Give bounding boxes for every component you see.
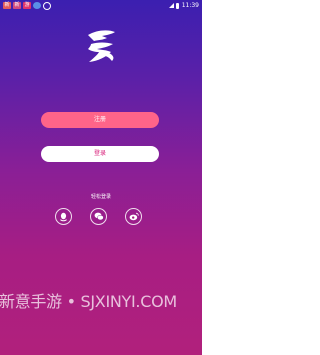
notification-icon-4 [33,2,41,9]
notification-icon-2: 新 [13,2,21,9]
quick-login-label: 轻松登录 [90,194,111,200]
login-button[interactable]: 登录 [41,146,159,162]
status-bar: 新 新 游 11:39 [0,0,202,11]
clock: 11:39 [181,2,199,9]
register-button[interactable]: 注册 [41,112,159,128]
system-icons: 11:39 [168,2,199,9]
signal-icon [168,3,174,8]
battery-icon [175,2,179,9]
notification-icon-3: 游 [23,2,31,9]
notification-icon-1: 新 [3,2,11,9]
wechat-login-button[interactable] [90,208,107,225]
wechat-icon [94,212,104,221]
watermark-text: 新意手游 • SJXINYI.COM [0,292,177,311]
qq-login-button[interactable] [55,208,72,225]
weibo-icon [129,212,139,221]
notification-icon-5 [43,1,51,10]
login-screen: 新 新 游 11:39 注册 登录 轻松登录 新意手游 • SJXINYI.CO… [0,0,202,355]
weibo-login-button[interactable] [125,208,142,225]
notification-icons: 新 新 游 [3,1,51,10]
navigation-bar [0,325,202,355]
app-logo-icon [88,30,115,62]
qq-icon [60,212,67,221]
